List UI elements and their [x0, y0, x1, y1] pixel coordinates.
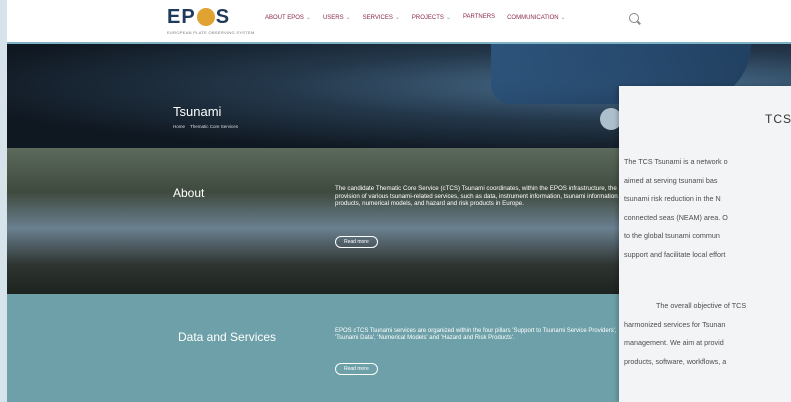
chevron-down-icon: ⌄ [445, 15, 451, 21]
main-nav: ABOUT EPOS ⌄ USERS ⌄ SERVICES ⌄ PROJECTS ⌄ P… [265, 14, 566, 21]
popup-paragraph-2: The overall objective of TCS harmonized … [624, 297, 791, 371]
popup-line: connected seas (NEAM) area. O [624, 212, 728, 222]
nav-item-about-epos[interactable]: ABOUT EPOS ⌄ [265, 14, 311, 21]
logo-o-icon [196, 7, 215, 26]
popup-paragraph-1: The TCS Tsunami is a network o aimed at … [624, 153, 791, 264]
search-icon[interactable] [629, 13, 639, 23]
nav-item-users[interactable]: USERS ⌄ [323, 14, 351, 21]
popup-line: products, software, workflows, a [624, 356, 727, 366]
chevron-down-icon: ⌄ [560, 15, 566, 21]
top-navigation-bar: EP S EUROPEAN PLATE OBSERVING SYSTEM ABOU… [7, 0, 791, 44]
popup-title: TCS [765, 112, 791, 126]
nav-item-communication[interactable]: COMMUNICATION ⌄ [507, 14, 566, 21]
about-text: The candidate Thematic Core Service (cTC… [335, 185, 618, 208]
breadcrumb-current[interactable]: Thematic Core Services [190, 124, 238, 129]
breadcrumb: Home Thematic Core Services [173, 124, 238, 129]
breadcrumb-home[interactable]: Home [173, 124, 185, 129]
data-services-text: EPOS cTCS Tsunami services are organized… [335, 328, 617, 342]
epos-logo[interactable]: EP S EUROPEAN PLATE OBSERVING SYSTEM [167, 6, 254, 36]
chevron-down-icon: ⌄ [345, 15, 351, 21]
about-title: About [173, 186, 205, 200]
nav-item-projects[interactable]: PROJECTS ⌄ [412, 14, 451, 21]
about-read-more-button[interactable]: Read more [335, 236, 378, 248]
nav-item-partners[interactable]: PARTNERS [463, 14, 495, 21]
data-services-title: Data and Services [178, 330, 277, 344]
popup-line: tsunami risk reduction in the N [624, 194, 721, 203]
nav-item-services[interactable]: SERVICES ⌄ [363, 14, 400, 21]
popup-line: The TCS Tsunami is a network o [624, 157, 728, 166]
logo-subtitle: EUROPEAN PLATE OBSERVING SYSTEM [167, 30, 255, 35]
logo-wordmark: EP S [167, 6, 231, 28]
popup-line: harmonized services for Tsunan [624, 319, 726, 329]
page-title: Tsunami [173, 104, 222, 119]
popup-line: to the global tsunami commun [624, 231, 720, 240]
popup-line: management. We aim at provid [624, 338, 724, 347]
data-read-more-button[interactable]: Read more [335, 363, 378, 375]
popup-line: support and facilitate local effort [624, 249, 726, 259]
chevron-down-icon: ⌄ [394, 15, 400, 21]
popup-line: The overall objective of TCS [656, 301, 747, 310]
popup-line: aimed at serving tsunami bas [624, 175, 718, 185]
chevron-down-icon: ⌄ [305, 15, 311, 21]
